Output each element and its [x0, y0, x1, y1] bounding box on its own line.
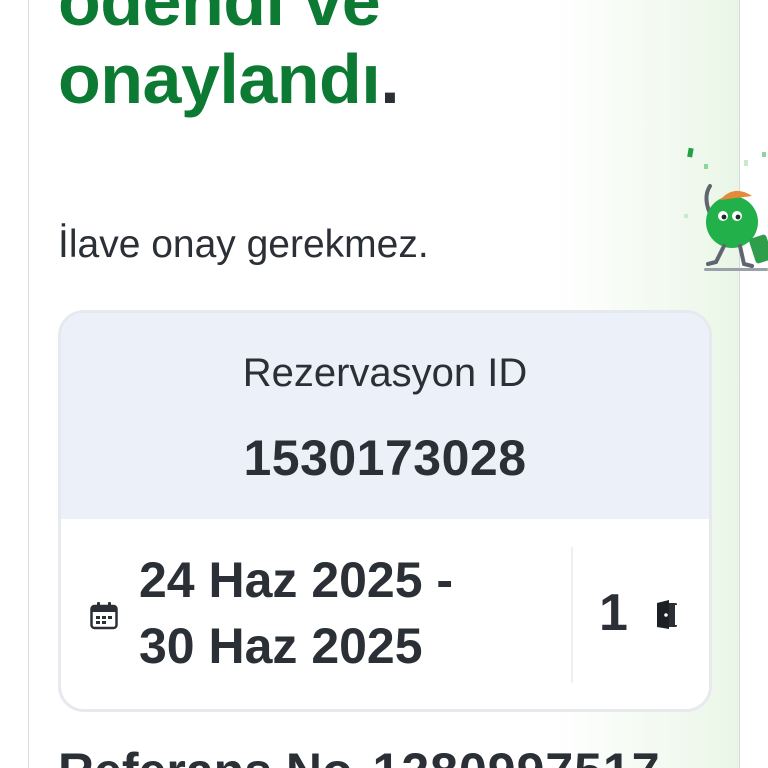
reference-number-value: 1280997517 [373, 743, 661, 768]
mascot-leg-right [738, 244, 754, 268]
room-count: 1 [599, 584, 628, 642]
mascot-ground-shadow [704, 268, 768, 271]
confetti-piece [744, 160, 748, 166]
confetti-piece [684, 214, 688, 218]
confetti-piece [704, 164, 708, 169]
headline-line-2: onaylandı. [58, 40, 618, 118]
headline-period: . [380, 40, 400, 118]
door-icon [657, 600, 678, 629]
calendar-icon [90, 602, 118, 630]
mascot-pupil-left [721, 214, 727, 220]
mascot-leg-left [706, 244, 726, 266]
headline-line-2-text: onaylandı [58, 40, 381, 118]
confirmation-subtext: İlave onay gerekmez. [58, 223, 429, 266]
stay-date-start: 24 Haz 2025 - [139, 552, 454, 608]
mascot-illustration [684, 147, 768, 271]
booking-card: Rezervasyon ID 1530173028 24 Haz 2025 - … [58, 310, 712, 712]
reference-number-label: Referans No [58, 743, 353, 768]
headline-line-1: ödendi ve [58, 0, 381, 40]
confetti-piece [762, 152, 766, 157]
booking-card-details: 24 Haz 2025 - 30 Haz 2025 1 [61, 519, 709, 709]
confetti-piece [687, 147, 694, 158]
confirmation-headline: ödendi ve onaylandı. [58, 0, 618, 118]
mascot-pupil-right [735, 214, 741, 220]
reservation-id-label: Rezervasyon ID [242, 351, 528, 395]
reference-number-row: Referans No 1280997517 [58, 742, 661, 768]
reservation-id-value: 1530173028 [243, 430, 527, 486]
booking-card-header: Rezervasyon ID 1530173028 [61, 313, 709, 519]
stay-date-end: 30 Haz 2025 [139, 618, 423, 674]
card-divider [571, 547, 573, 683]
